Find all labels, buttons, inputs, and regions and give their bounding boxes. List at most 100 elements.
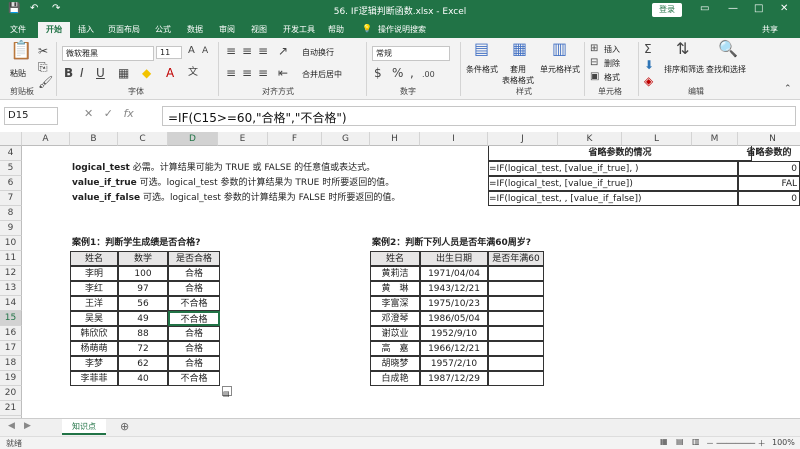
format-cells-icon[interactable]: ▣ [590, 70, 599, 84]
row-header-13[interactable]: 13 [0, 281, 22, 296]
enter-icon[interactable]: ✓ [104, 107, 113, 120]
row-header-7[interactable]: 7 [0, 191, 22, 206]
new-sheet-icon[interactable]: ⊕ [120, 420, 129, 433]
case2-cell[interactable] [488, 281, 544, 296]
insert-cells-icon[interactable]: ⊞ [590, 42, 598, 56]
column-header-e[interactable]: E [218, 132, 268, 146]
format-painter-icon[interactable]: 🖌 [38, 75, 53, 89]
insert-cells-button[interactable]: 插入 [604, 44, 620, 55]
case1-cell[interactable]: 40 [118, 371, 168, 386]
case2-cell[interactable]: 1975/10/23 [420, 296, 488, 311]
case1-cell[interactable]: 李明 [70, 266, 118, 281]
row-header-20[interactable]: 20 [0, 386, 22, 401]
description-row[interactable]: value_if_false 可选。logical_test 参数的计算结果为 … [72, 191, 482, 206]
cancel-icon[interactable]: ✕ [84, 107, 93, 120]
tab-review[interactable]: 审阅 [219, 24, 235, 35]
number-format-select[interactable]: 常规 [372, 46, 450, 61]
ribbon-display-icon[interactable]: ▭ [700, 3, 709, 14]
comma-icon[interactable]: , [410, 66, 414, 80]
conditional-format-icon[interactable]: ▤ [474, 41, 489, 57]
case1-cell[interactable]: 合格 [168, 326, 220, 341]
row-header-4[interactable]: 4 [0, 146, 22, 161]
case1-cell[interactable]: 李菲菲 [70, 371, 118, 386]
cell-styles-icon[interactable]: ▥ [552, 41, 567, 57]
column-header-b[interactable]: B [70, 132, 118, 146]
case2-cell[interactable]: 高 嘉 [370, 341, 420, 356]
tell-me-search[interactable]: 操作说明搜索 [378, 24, 426, 35]
case2-cell[interactable]: 1943/12/21 [420, 281, 488, 296]
omit-table-value[interactable]: 0 [738, 191, 800, 206]
cut-icon[interactable]: ✂ [38, 44, 48, 58]
column-header-k[interactable]: K [558, 132, 622, 146]
maximize-icon[interactable]: □ [754, 3, 763, 14]
font-name-select[interactable]: 微软雅黑 [62, 46, 154, 61]
description-row[interactable]: value_if_true 可选。logical_test 参数的计算结果为 T… [72, 176, 482, 191]
case1-cell[interactable]: 合格 [168, 356, 220, 371]
next-sheet-icon[interactable]: ▶ [24, 421, 31, 431]
case2-header[interactable]: 是否年满60 [488, 251, 544, 266]
normal-view-icon[interactable]: ▦ [660, 437, 668, 446]
omit-table-formula[interactable]: =IF(logical_test, [value_if_true]) [488, 176, 738, 191]
wrap-text-button[interactable]: 自动换行 [302, 47, 334, 58]
case1-cell[interactable]: 不合格 [168, 311, 220, 326]
indent-icon[interactable]: ⇤ [278, 66, 288, 80]
borders-icon[interactable]: ▦ [118, 66, 129, 80]
paste-icon[interactable]: 📋 [10, 42, 32, 60]
column-header-c[interactable]: C [118, 132, 168, 146]
case1-title[interactable]: 案例1：判断学生成绩是否合格? [72, 236, 272, 251]
case1-cell[interactable]: 李梦 [70, 356, 118, 371]
worksheet-grid[interactable]: ABCDEFGHIJKLMN 4 5 6 7 8 9 10 11 12 13 14 15 16 17 18 1… [0, 132, 800, 418]
align-right-icon[interactable]: ≡ [258, 66, 268, 80]
case1-cell[interactable]: 韩欣欣 [70, 326, 118, 341]
column-header-i[interactable]: I [420, 132, 488, 146]
formula-input[interactable]: =IF(C15>=60,"合格","不合格") [162, 106, 796, 126]
case2-cell[interactable]: 1987/12/29 [420, 371, 488, 386]
row-header-19[interactable]: 19 [0, 371, 22, 386]
row-header-11[interactable]: 11 [0, 251, 22, 266]
page-layout-view-icon[interactable]: ▤ [676, 437, 684, 446]
tab-data[interactable]: 数据 [187, 24, 203, 35]
omit-table-value[interactable]: 0 [738, 161, 800, 176]
format-cells-button[interactable]: 格式 [604, 72, 620, 83]
case1-header[interactable]: 数学 [118, 251, 168, 266]
case1-cell[interactable]: 100 [118, 266, 168, 281]
row-header-21[interactable]: 21 [0, 401, 22, 416]
column-header-m[interactable]: M [692, 132, 738, 146]
share-button[interactable]: 共享 [762, 24, 778, 35]
row-header-15[interactable]: 15 [0, 311, 22, 326]
close-icon[interactable]: ✕ [780, 3, 788, 14]
column-header-d[interactable]: D [168, 132, 218, 146]
align-left-icon[interactable]: ≡ [226, 66, 236, 80]
case1-cell[interactable]: 不合格 [168, 371, 220, 386]
case2-cell[interactable]: 谢苡业 [370, 326, 420, 341]
tab-developer[interactable]: 开发工具 [283, 24, 315, 35]
case1-cell[interactable]: 62 [118, 356, 168, 371]
font-color-icon[interactable]: A [166, 66, 174, 80]
row-header-17[interactable]: 17 [0, 341, 22, 356]
select-all-corner[interactable] [0, 132, 22, 146]
percent-icon[interactable]: % [392, 66, 403, 80]
case2-cell[interactable]: 黄莉洁 [370, 266, 420, 281]
cell-styles-button[interactable]: 单元格样式 [540, 64, 580, 75]
case2-cell[interactable]: 1952/9/10 [420, 326, 488, 341]
case2-header[interactable]: 姓名 [370, 251, 420, 266]
tab-home[interactable]: 开始 [38, 22, 70, 38]
copy-icon[interactable]: ⎘ [38, 60, 48, 74]
minimize-icon[interactable]: — [728, 3, 738, 14]
autosum-icon[interactable]: Σ [644, 42, 652, 56]
clear-icon[interactable]: ◈ [644, 74, 653, 88]
case2-cell[interactable]: 黄 琳 [370, 281, 420, 296]
sort-filter-icon[interactable]: ⇅ [676, 41, 689, 57]
page-break-view-icon[interactable]: ▥ [692, 437, 700, 446]
prev-sheet-icon[interactable]: ◀ [8, 421, 15, 431]
merge-center-button[interactable]: 合并后居中 [302, 69, 342, 80]
case1-cell[interactable]: 合格 [168, 341, 220, 356]
omit-table-value[interactable]: FAL [738, 176, 800, 191]
sort-filter-button[interactable]: 排序和筛选 [664, 64, 704, 75]
delete-cells-button[interactable]: 删除 [604, 58, 620, 69]
case1-cell[interactable]: 王洋 [70, 296, 118, 311]
quick-analysis-icon[interactable]: ▤ [222, 386, 232, 398]
case1-cell[interactable]: 吴昊 [70, 311, 118, 326]
conditional-format-button[interactable]: 条件格式 [466, 64, 498, 75]
name-box[interactable]: D15 [4, 107, 58, 125]
